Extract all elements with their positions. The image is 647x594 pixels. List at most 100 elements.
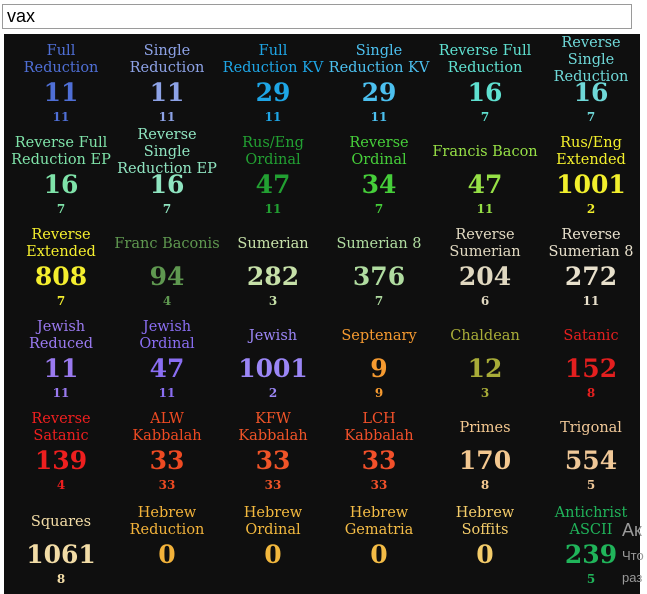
cipher-name: Trigonal	[560, 419, 622, 436]
cipher-cell[interactable]: Jewish Reduced 11 11	[8, 310, 114, 402]
cipher-cell[interactable]: Single Reduction KV 29 11	[326, 34, 432, 126]
cipher-reduced-value: 11	[158, 110, 176, 124]
cipher-cell[interactable]: Francis Bacon 47 11	[432, 126, 538, 218]
cipher-value: 29	[361, 78, 397, 107]
cipher-name: Reverse Extended	[26, 227, 96, 260]
cipher-reduced-value: 8	[480, 478, 490, 492]
cipher-reduced-value: 33	[264, 478, 282, 492]
cipher-cell[interactable]: Full Reduction KV 29 11	[220, 34, 326, 126]
cipher-reduced-value: 11	[52, 110, 70, 124]
cipher-value: 204	[458, 262, 512, 291]
cipher-cell[interactable]: ALW Kabbalah 33 33	[114, 402, 220, 494]
cipher-value: 47	[255, 170, 291, 199]
cipher-cell[interactable]: Sumerian 8 376 7	[326, 218, 432, 310]
cipher-cell[interactable]: Septenary 9 9	[326, 310, 432, 402]
cipher-value: 139	[34, 446, 88, 475]
cipher-reduced-value: 11	[582, 294, 600, 308]
cipher-name: Full Reduction KV	[222, 43, 324, 76]
cipher-reduced-value: 11	[476, 202, 494, 216]
cipher-cell[interactable]: Satanic 152 8	[538, 310, 644, 402]
cipher-cell[interactable]: Rus/Eng Extended 1001 2	[538, 126, 644, 218]
cipher-reduced-value: 5	[586, 478, 596, 492]
cipher-cell[interactable]: Chaldean 12 3	[432, 310, 538, 402]
cipher-reduced-value: 8	[586, 386, 596, 400]
cipher-reduced-value: 11	[52, 386, 70, 400]
cipher-cell[interactable]: LCH Kabbalah 33 33	[326, 402, 432, 494]
cipher-cell[interactable]: Reverse Single Reduction EP 16 7	[114, 126, 220, 218]
cipher-reduced-value: 6	[480, 294, 490, 308]
cipher-value: 1061	[26, 540, 96, 569]
cipher-reduced-value: 4	[56, 478, 66, 492]
cipher-reduced-value: 11	[370, 110, 388, 124]
search-input[interactable]	[2, 4, 632, 29]
cipher-name: LCH Kabbalah	[344, 411, 414, 444]
cipher-cell[interactable]: Reverse Sumerian 8 272 11	[538, 218, 644, 310]
cipher-cell[interactable]: Jewish 1001 2	[220, 310, 326, 402]
cipher-cell[interactable]: Sumerian 282 3	[220, 218, 326, 310]
cipher-value: 0	[158, 540, 176, 569]
cipher-value: 34	[361, 170, 397, 199]
cipher-reduced-value: 7	[586, 110, 596, 124]
cipher-name: Primes	[459, 419, 511, 436]
cipher-name: Jewish Ordinal	[139, 319, 195, 352]
cipher-cell[interactable]: Reverse Full Reduction 16 7	[432, 34, 538, 126]
cipher-value: 170	[458, 446, 512, 475]
cipher-cell[interactable]: Reverse Ordinal 34 7	[326, 126, 432, 218]
cipher-cell[interactable]: Hebrew Reduction 0	[114, 494, 220, 586]
cipher-cell[interactable]: Reverse Sumerian 204 6	[432, 218, 538, 310]
cipher-reduced-value: 7	[162, 202, 172, 216]
cipher-cell[interactable]: Primes 170 8	[432, 402, 538, 494]
cipher-name: Chaldean	[450, 327, 520, 344]
cipher-cell[interactable]: Franc Baconis 94 4	[114, 218, 220, 310]
cipher-cell[interactable]: Squares 1061 8	[8, 494, 114, 586]
cipher-cell[interactable]: Trigonal 554 5	[538, 402, 644, 494]
cipher-value: 376	[352, 262, 406, 291]
cipher-value: 0	[264, 540, 282, 569]
cipher-cell[interactable]: Hebrew Ordinal 0	[220, 494, 326, 586]
cipher-value: 0	[370, 540, 388, 569]
cipher-reduced-value: 7	[374, 294, 384, 308]
cipher-cell[interactable]: Rus/Eng Ordinal 47 11	[220, 126, 326, 218]
cipher-name: Squares	[30, 513, 92, 530]
os-notification-overlay: Ак Что раз	[620, 514, 647, 594]
cipher-value: 11	[43, 78, 79, 107]
cipher-name: Franc Baconis	[114, 235, 220, 252]
cipher-value: 47	[149, 354, 185, 383]
cipher-name: KFW Kabbalah	[238, 411, 308, 444]
cipher-cell[interactable]: Hebrew Gematria 0	[326, 494, 432, 586]
cipher-grid: Full Reduction 11 11 Single Reduction 11 11 Full…	[8, 34, 644, 594]
cipher-reduced-value: 2	[268, 386, 278, 400]
cipher-cell[interactable]: KFW Kabbalah 33 33	[220, 402, 326, 494]
cipher-reduced-value: 3	[480, 386, 490, 400]
cipher-name: Francis Bacon	[432, 143, 538, 160]
cipher-value: 282	[246, 262, 300, 291]
cipher-cell[interactable]: Full Reduction 11 11	[8, 34, 114, 126]
cipher-reduced-value: 33	[370, 478, 388, 492]
cipher-value: 11	[149, 78, 185, 107]
cipher-value: 152	[564, 354, 618, 383]
cipher-cell[interactable]: Reverse Extended 808 7	[8, 218, 114, 310]
cipher-name: Sumerian 8	[336, 235, 422, 252]
cipher-reduced-value: 7	[56, 294, 66, 308]
cipher-reduced-value: 2	[586, 202, 596, 216]
cipher-cell[interactable]: Reverse Single Reduction 16 7	[538, 34, 644, 126]
cipher-name: Single Reduction KV	[328, 43, 430, 76]
cipher-cell[interactable]: Single Reduction 11 11	[114, 34, 220, 126]
cipher-name: Reverse Single Reduction	[553, 34, 629, 85]
cipher-reduced-value: 9	[374, 386, 384, 400]
cipher-name: Hebrew Gematria	[344, 505, 414, 538]
cipher-name: Hebrew Reduction	[129, 505, 205, 538]
cipher-cell[interactable]: Reverse Full Reduction EP 16 7	[8, 126, 114, 218]
cipher-value: 16	[149, 170, 185, 199]
cipher-reduced-value: 33	[158, 478, 176, 492]
cipher-value: 12	[467, 354, 503, 383]
cipher-name: Jewish Reduced	[28, 319, 94, 352]
overlay-line-2: Что	[622, 548, 644, 563]
cipher-value: 554	[564, 446, 618, 475]
cipher-reduced-value: 7	[480, 110, 490, 124]
cipher-cell[interactable]: Reverse Satanic 139 4	[8, 402, 114, 494]
cipher-name: Reverse Sumerian 8	[548, 227, 634, 260]
cipher-cell[interactable]: Hebrew Soffits 0	[432, 494, 538, 586]
cipher-cell[interactable]: Jewish Ordinal 47 11	[114, 310, 220, 402]
cipher-name: Single Reduction	[129, 43, 205, 76]
